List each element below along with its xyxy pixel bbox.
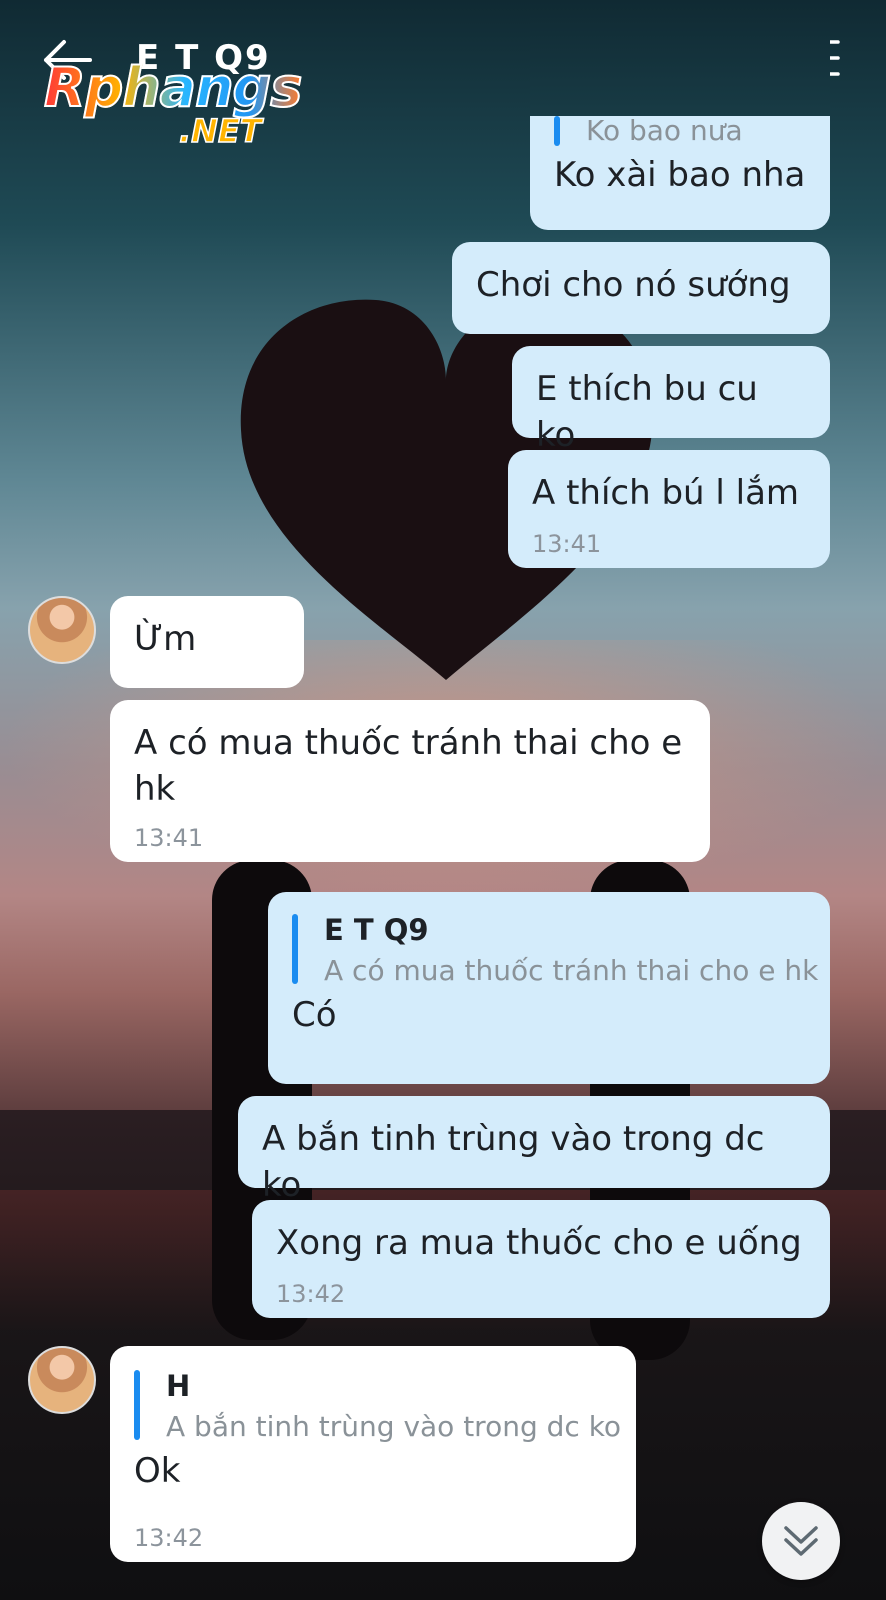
message-bubble-outgoing[interactable]: Chơi cho nó sướng [452, 242, 830, 334]
message-text: A có mua thuốc tránh thai cho e hk [134, 723, 683, 809]
message-text: Xong ra mua thuốc cho e uống [276, 1223, 802, 1263]
reply-quote-sender: E T Q9 [324, 913, 429, 947]
message-text: Chơi cho nó sướng [476, 265, 791, 305]
message-bubble-incoming[interactable]: Ừm [110, 596, 304, 688]
reply-quote[interactable]: E T Q9 A có mua thuốc tránh thai cho e h… [292, 910, 819, 992]
scroll-down-icon [784, 1526, 818, 1556]
message-bubble-outgoing[interactable]: A thích bú l lắm 13:41 [508, 450, 830, 568]
message-text: Ko xài bao nha [554, 155, 806, 195]
message-text: Ừm [134, 619, 197, 659]
message-timestamp: 13:42 [134, 1524, 204, 1552]
message-text: E thích bu cu ko [536, 369, 758, 455]
reply-quote-sender: H [166, 1369, 191, 1403]
message-bubble-outgoing[interactable]: Xong ra mua thuốc cho e uống 13:42 [252, 1200, 830, 1318]
message-bubble-outgoing[interactable]: E thích bu cu ko [512, 346, 830, 455]
message-bubble-incoming[interactable]: A có mua thuốc tránh thai cho e hk 13:41 [110, 700, 710, 862]
contact-avatar[interactable] [28, 1346, 96, 1414]
message-text: Có [292, 995, 337, 1035]
message-text: A thích bú l lắm [532, 473, 800, 513]
reply-quote-text: A bắn tinh trùng vào trong dc ko [166, 1410, 622, 1443]
message-bubble-incoming[interactable]: H A bắn tinh trùng vào trong dc ko Ok 13… [110, 1346, 636, 1562]
reply-quote[interactable]: H A bắn tinh trùng vào trong dc ko [134, 1366, 622, 1448]
scroll-to-bottom-button[interactable] [762, 1502, 840, 1580]
message-bubble-outgoing[interactable]: A bắn tinh trùng vào trong dc ko [238, 1096, 830, 1205]
reply-quote-text: A có mua thuốc tránh thai cho e hk [324, 954, 819, 987]
reply-quote-text: Ko bao nưa [586, 114, 743, 147]
message-text: Ok [134, 1451, 181, 1491]
contact-avatar[interactable] [28, 596, 96, 664]
message-timestamp: 13:42 [276, 1280, 346, 1308]
watermark-logo: Rphangs .NET [43, 56, 303, 150]
message-bubble-outgoing[interactable]: E T Q9 A có mua thuốc tránh thai cho e h… [268, 892, 830, 1084]
message-text: A bắn tinh trùng vào trong dc ko [262, 1119, 765, 1205]
message-timestamp: 13:41 [134, 824, 204, 852]
message-timestamp: 13:41 [532, 530, 602, 558]
